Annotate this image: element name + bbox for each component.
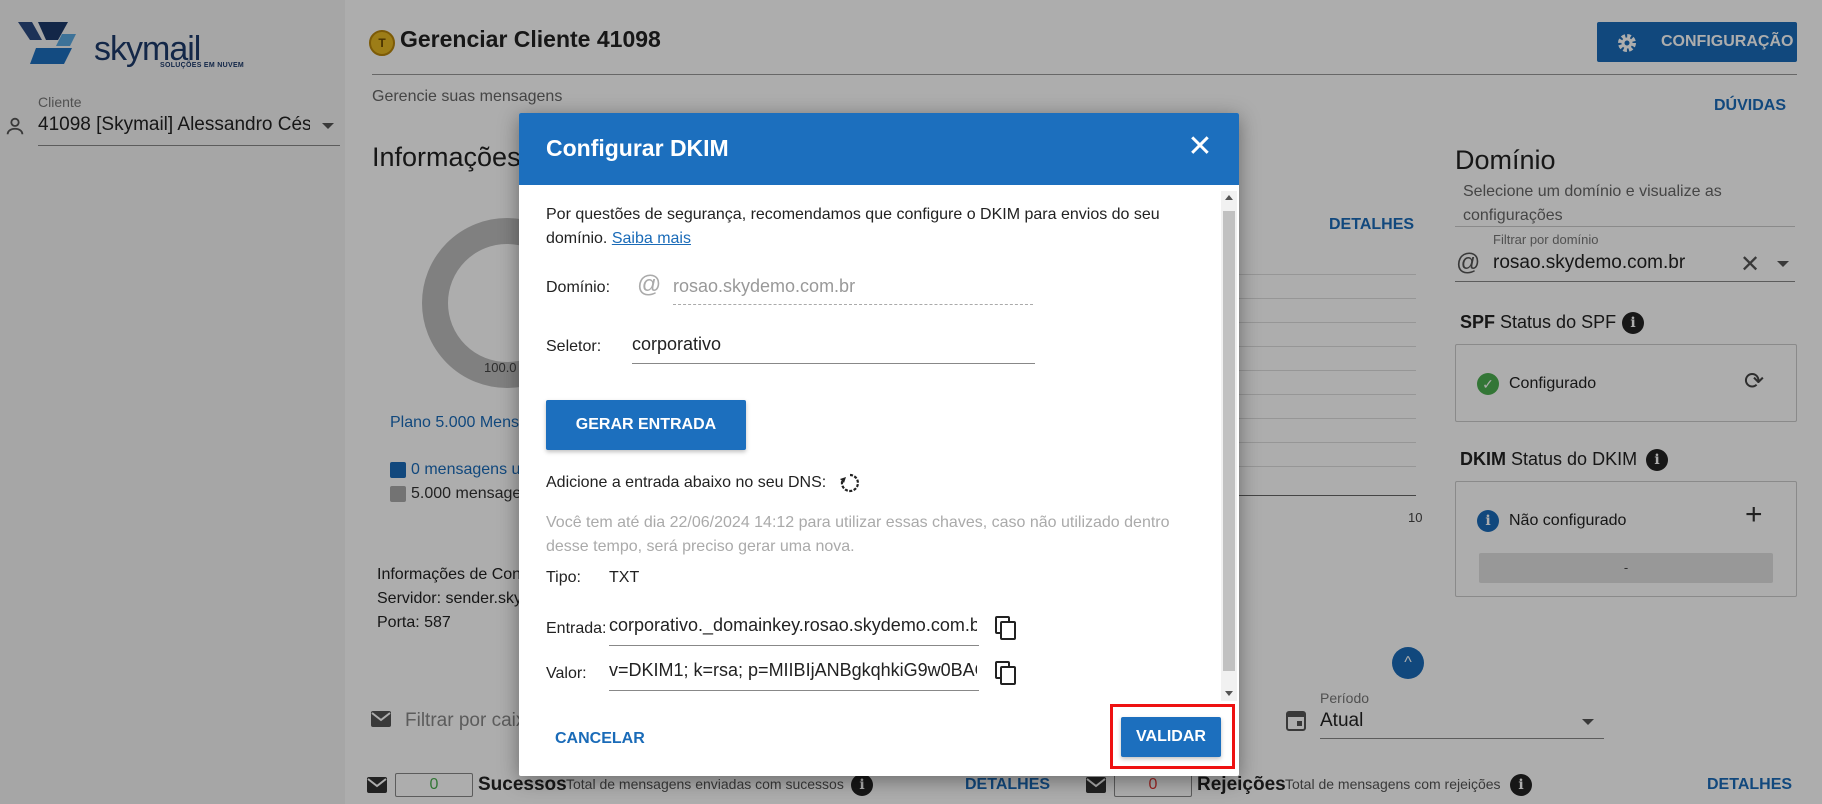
domain-field-underline	[673, 304, 1033, 305]
refresh-icon[interactable]	[838, 471, 862, 495]
selector-label: Seletor:	[546, 338, 602, 355]
at-icon: @	[637, 271, 662, 298]
copy-icon[interactable]	[995, 661, 1017, 685]
value-field-underline	[609, 690, 979, 691]
type-value: TXT	[609, 569, 640, 586]
scrollbar-thumb[interactable]	[1223, 211, 1235, 671]
cancel-button[interactable]: CANCELAR	[555, 730, 645, 748]
entry-field-underline	[609, 645, 979, 646]
dialog-title: Configurar DKIM	[546, 135, 729, 161]
entry-label: Entrada:	[546, 620, 607, 637]
dns-instruction: Adicione a entrada abaixo no seu DNS:	[546, 474, 827, 491]
dialog-header: Configurar DKIM ✕	[519, 113, 1239, 185]
configure-dkim-dialog: Configurar DKIM ✕ Por questões de segura…	[519, 113, 1239, 776]
learn-more-link[interactable]: Saiba mais	[612, 230, 691, 247]
entry-field[interactable]: corporativo._domainkey.rosao.skydemo.com…	[609, 615, 977, 636]
generate-entry-button[interactable]: GERAR ENTRADA	[546, 400, 746, 450]
domain-field: rosao.skydemo.com.br	[673, 276, 856, 296]
scroll-down-arrow-icon[interactable]	[1225, 691, 1233, 696]
copy-icon[interactable]	[995, 616, 1017, 640]
selector-underline	[632, 363, 1035, 364]
close-icon[interactable]: ✕	[1184, 131, 1216, 163]
domain-label: Domínio:	[546, 279, 611, 296]
dkim-intro: Por questões de segurança, recomendamos …	[546, 203, 1186, 251]
validate-button[interactable]: VALIDAR	[1121, 717, 1221, 757]
dialog-scrollbar[interactable]	[1221, 191, 1237, 701]
expiry-note: Você tem até dia 22/06/2024 14:12 para u…	[546, 514, 1170, 555]
selector-input[interactable]: corporativo	[632, 334, 1032, 355]
scroll-up-arrow-icon[interactable]	[1225, 195, 1233, 200]
value-field[interactable]: v=DKIM1; k=rsa; p=MIIBIjANBgkqhkiG9w0BAQ	[609, 660, 977, 681]
value-label: Valor:	[546, 665, 587, 682]
type-label: Tipo:	[546, 569, 581, 586]
